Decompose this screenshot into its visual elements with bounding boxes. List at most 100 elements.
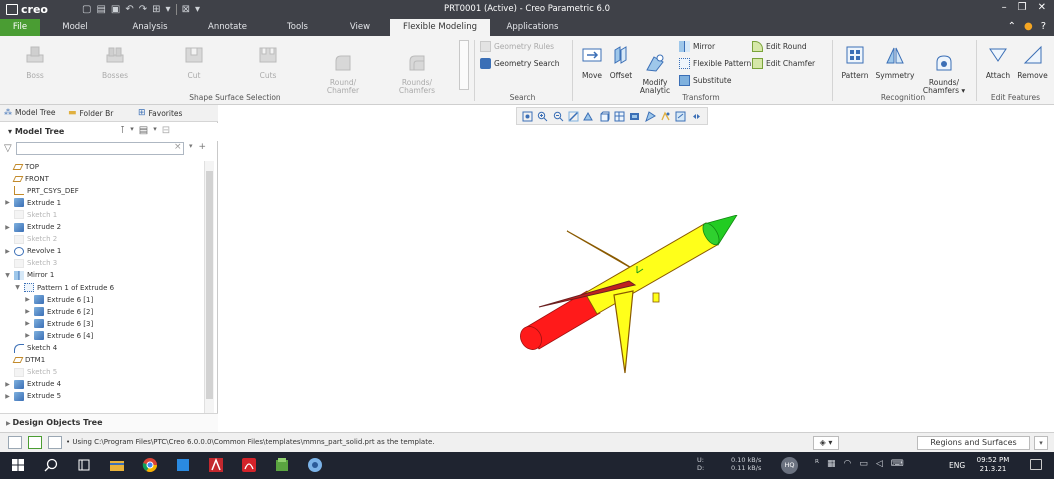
- tree-item[interactable]: Sketch 2: [4, 234, 57, 245]
- display-style-icon[interactable]: [629, 111, 640, 122]
- expand-icon[interactable]: ▶: [24, 320, 31, 327]
- tree-item[interactable]: ▶ Extrude 6 [1]: [24, 294, 93, 305]
- show-browser-icon[interactable]: [28, 436, 42, 449]
- zoom-in-icon[interactable]: [537, 111, 548, 122]
- upper-fin[interactable]: [566, 230, 639, 273]
- chevron-down-icon[interactable]: ▾: [1034, 436, 1048, 450]
- tree-item[interactable]: ▶ Extrude 6 [2]: [24, 306, 93, 317]
- acrobat-icon[interactable]: [241, 457, 257, 473]
- tab-model[interactable]: Model: [40, 19, 110, 36]
- add-filter-icon[interactable]: +: [199, 142, 207, 152]
- volume-icon[interactable]: ◁: [876, 459, 883, 469]
- filter-icon[interactable]: ▽: [4, 143, 12, 154]
- tab-file[interactable]: File: [0, 19, 40, 36]
- media-app-icon[interactable]: [307, 457, 323, 473]
- geometry-search-button[interactable]: Geometry Search: [480, 58, 560, 69]
- tab-annotate[interactable]: Annotate: [190, 19, 265, 36]
- datum-display-icon[interactable]: [660, 111, 671, 122]
- expand-icon[interactable]: ▶: [24, 332, 31, 339]
- search-icon[interactable]: [43, 457, 59, 473]
- user-icon[interactable]: ●: [1024, 21, 1033, 32]
- edit-chamfer-button[interactable]: Edit Chamfer: [752, 58, 815, 69]
- creo-app-icon[interactable]: [274, 457, 290, 473]
- collapse-icon[interactable]: ▼: [14, 284, 21, 291]
- selection-filter-icon[interactable]: ◈ ▾: [813, 436, 839, 450]
- language-indicator[interactable]: ENG: [949, 461, 965, 470]
- search-dropdown-icon[interactable]: ▾: [189, 142, 193, 152]
- annotation-display-icon[interactable]: [675, 111, 686, 122]
- design-objects-tree[interactable]: ▶ Design Objects Tree: [0, 413, 218, 432]
- expand-icon[interactable]: ▶: [4, 248, 11, 255]
- rocket-body[interactable]: [584, 222, 718, 315]
- tab-applications[interactable]: Applications: [490, 19, 575, 36]
- rocket-model[interactable]: [499, 215, 739, 380]
- tab-model-tree[interactable]: ⁂ Model Tree: [4, 108, 56, 117]
- spin-center-icon[interactable]: [691, 111, 702, 122]
- task-view-icon[interactable]: [76, 457, 92, 473]
- hq-badge[interactable]: HQ: [781, 457, 798, 474]
- remove-button[interactable]: Remove: [1015, 44, 1050, 80]
- tree-settings-icon[interactable]: ▤: [139, 125, 148, 136]
- tree-item[interactable]: Sketch 3: [4, 258, 57, 269]
- keyboard-icon[interactable]: ⌨: [891, 459, 904, 469]
- boss-button[interactable]: Boss: [18, 44, 52, 80]
- tree-item[interactable]: ▶ Revolve 1: [4, 246, 61, 257]
- tree-item[interactable]: Sketch 1: [4, 209, 57, 220]
- model-tree-title[interactable]: ▾ Model Tree: [8, 127, 64, 136]
- mirror-button[interactable]: Mirror: [679, 41, 715, 52]
- tree-item[interactable]: PRT_CSYS_DEF: [4, 185, 79, 196]
- recognition-rounds-chamfers-button[interactable]: Rounds/ Chamfers ▾: [920, 44, 968, 95]
- expand-icon[interactable]: ▶: [4, 199, 11, 206]
- tree-search-input[interactable]: [16, 142, 184, 155]
- battery-icon[interactable]: ▭: [859, 459, 868, 469]
- move-button[interactable]: Move: [578, 44, 606, 80]
- zoom-out-icon[interactable]: [553, 111, 564, 122]
- tree-item[interactable]: ▶ Extrude 6 [4]: [24, 330, 93, 341]
- tree-item[interactable]: ▶ Extrude 2: [4, 222, 61, 233]
- saved-orientations-icon[interactable]: [599, 111, 610, 122]
- tree-item[interactable]: DTM1: [4, 355, 45, 366]
- tab-view[interactable]: View: [330, 19, 390, 36]
- orient-icon[interactable]: [583, 111, 594, 122]
- tab-tools[interactable]: Tools: [265, 19, 330, 36]
- full-screen-icon[interactable]: [48, 436, 62, 449]
- expand-icon[interactable]: ▶: [4, 224, 11, 231]
- tree-item[interactable]: ▶ Extrude 5: [4, 391, 61, 402]
- bosses-button[interactable]: Bosses: [95, 44, 135, 80]
- graphics-window[interactable]: [219, 105, 1054, 432]
- notifications-icon[interactable]: [1030, 459, 1042, 470]
- rounds-chamfers-button[interactable]: Rounds/ Chamfers: [392, 44, 442, 95]
- windows-start-icon[interactable]: [10, 457, 26, 473]
- tree-filters-icon[interactable]: ⊺: [120, 125, 125, 136]
- restore-icon[interactable]: ❐: [1018, 2, 1027, 13]
- minimize-ribbon-icon[interactable]: ⌃: [1008, 21, 1016, 32]
- tab-analysis[interactable]: Analysis: [110, 19, 190, 36]
- cuts-button[interactable]: Cuts: [252, 44, 284, 80]
- collapse-icon[interactable]: ▼: [4, 272, 11, 279]
- clock[interactable]: 09:52 PM 21.3.21: [973, 456, 1013, 474]
- app-window-icon[interactable]: [175, 457, 191, 473]
- tab-favorites[interactable]: ⊞ Favorites: [138, 108, 182, 118]
- perspective-icon[interactable]: [644, 110, 656, 122]
- chrome-icon[interactable]: [142, 457, 158, 473]
- expand-icon[interactable]: ▶: [24, 296, 31, 303]
- repaint-icon[interactable]: [568, 110, 579, 122]
- symmetry-button[interactable]: Symmetry: [873, 44, 917, 80]
- dropdown-icon[interactable]: ▾: [153, 125, 157, 136]
- expand-icon[interactable]: ▶: [24, 308, 31, 315]
- round-chamfer-button[interactable]: Round/ Chamfer: [320, 44, 366, 95]
- wifi-icon[interactable]: ◠: [843, 459, 851, 469]
- edit-round-button[interactable]: Edit Round: [752, 41, 807, 52]
- help-icon[interactable]: ?: [1041, 21, 1046, 32]
- tree-scrollbar[interactable]: [204, 161, 214, 417]
- tree-item[interactable]: TOP: [4, 161, 39, 172]
- selection-filter-dropdown[interactable]: Regions and Surfaces: [917, 436, 1030, 450]
- modify-analytic-button[interactable]: Modify Analytic: [637, 44, 673, 95]
- close-icon[interactable]: ✕: [1038, 2, 1046, 13]
- offset-button[interactable]: Offset: [606, 44, 636, 80]
- tree-item[interactable]: Sketch 5: [4, 367, 57, 378]
- tree-item[interactable]: ▶ Extrude 6 [3]: [24, 318, 93, 329]
- tree-item[interactable]: ▶ Extrude 1: [4, 197, 61, 208]
- minimize-icon[interactable]: –: [1002, 2, 1007, 13]
- tree-item[interactable]: ▼ Pattern 1 of Extrude 6: [14, 282, 114, 293]
